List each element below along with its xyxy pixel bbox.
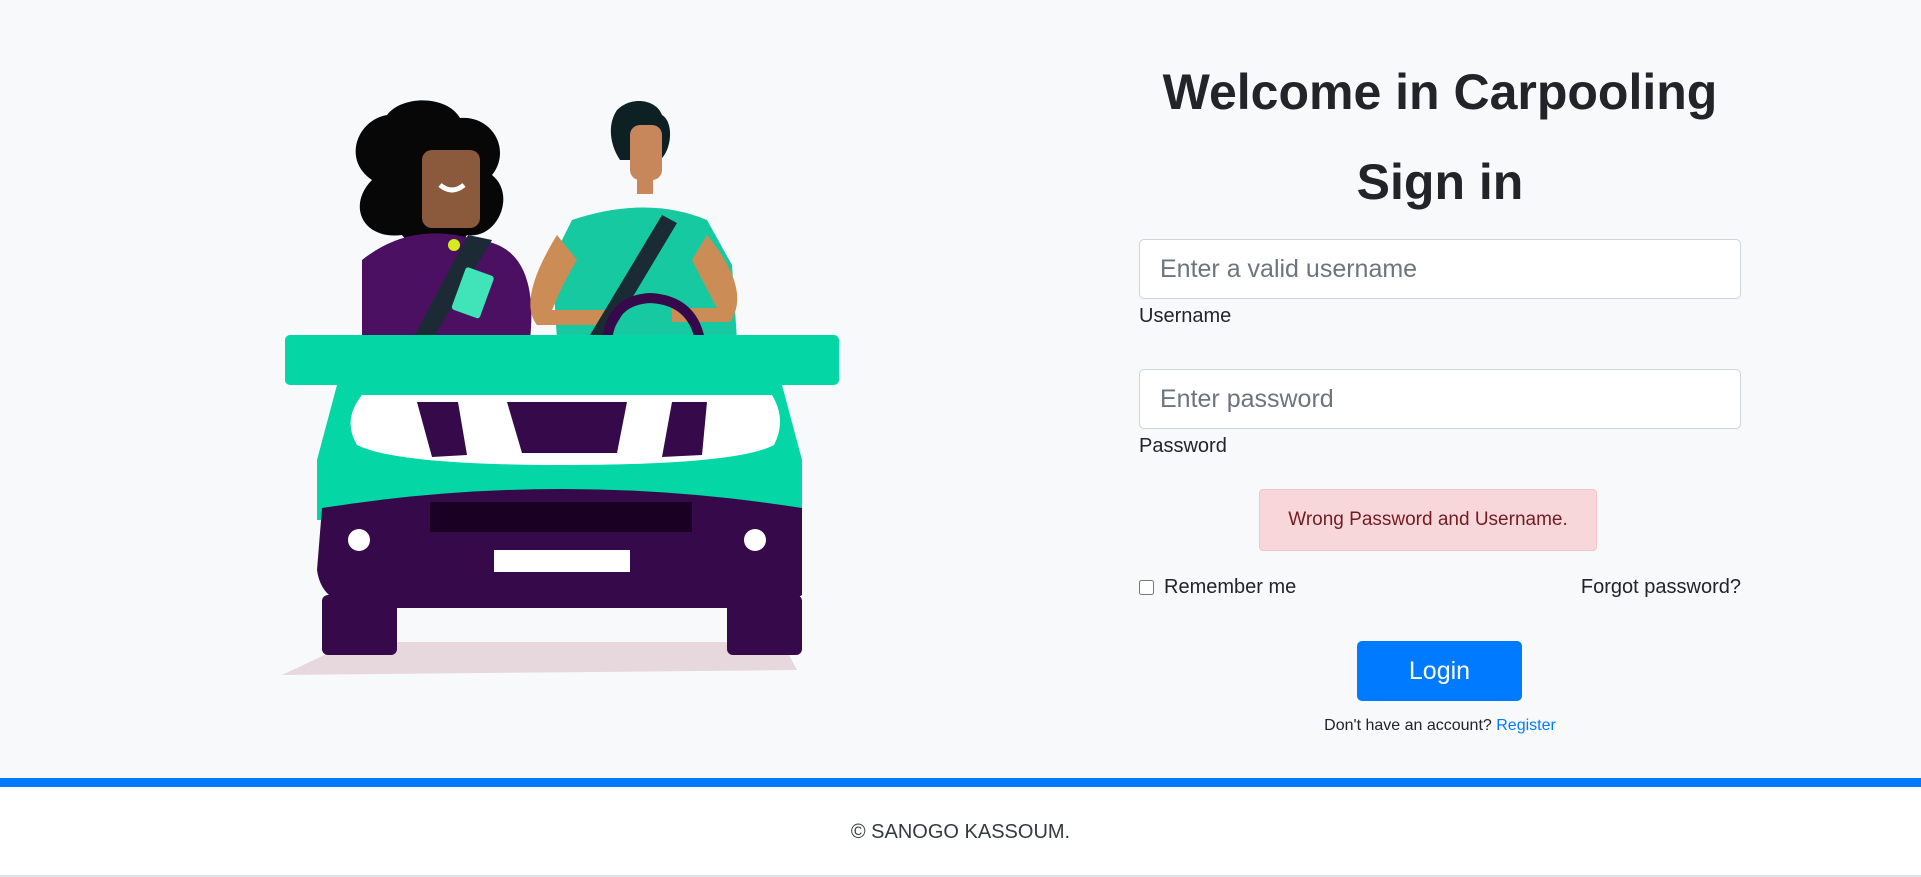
car-graphic: [285, 335, 839, 655]
passenger-figure: [355, 100, 532, 340]
login-button[interactable]: Login: [1357, 641, 1522, 701]
password-input[interactable]: [1139, 369, 1741, 429]
footer: © SANOGO KASSOUM.: [0, 778, 1921, 877]
login-form: Welcome in Carpooling Sign in Username P…: [1139, 0, 1741, 778]
main-area: Welcome in Carpooling Sign in Username P…: [0, 0, 1921, 778]
forgot-password-link[interactable]: Forgot password?: [1581, 576, 1741, 599]
register-link[interactable]: Register: [1496, 717, 1556, 734]
username-label: Username: [1139, 305, 1232, 327]
error-alert: Wrong Password and Username.: [1259, 489, 1597, 551]
remember-me-checkbox[interactable]: [1139, 580, 1154, 595]
remember-me-label: Remember me: [1164, 576, 1297, 598]
register-prompt: Don't have an account?: [1324, 717, 1492, 734]
welcome-title: Welcome in Carpooling: [1162, 64, 1718, 120]
register-row: Don't have an account? Register: [1139, 717, 1741, 735]
sign-in-heading: Sign in: [1356, 154, 1524, 210]
remember-me[interactable]: Remember me: [1139, 576, 1296, 599]
error-message: Wrong Password and Username.: [1288, 509, 1568, 530]
carpool-illustration: [282, 100, 839, 675]
footer-copyright: © SANOGO KASSOUM.: [850, 821, 1071, 843]
password-label: Password: [1139, 435, 1227, 457]
username-input[interactable]: [1139, 239, 1741, 299]
driver-figure: [530, 100, 738, 342]
